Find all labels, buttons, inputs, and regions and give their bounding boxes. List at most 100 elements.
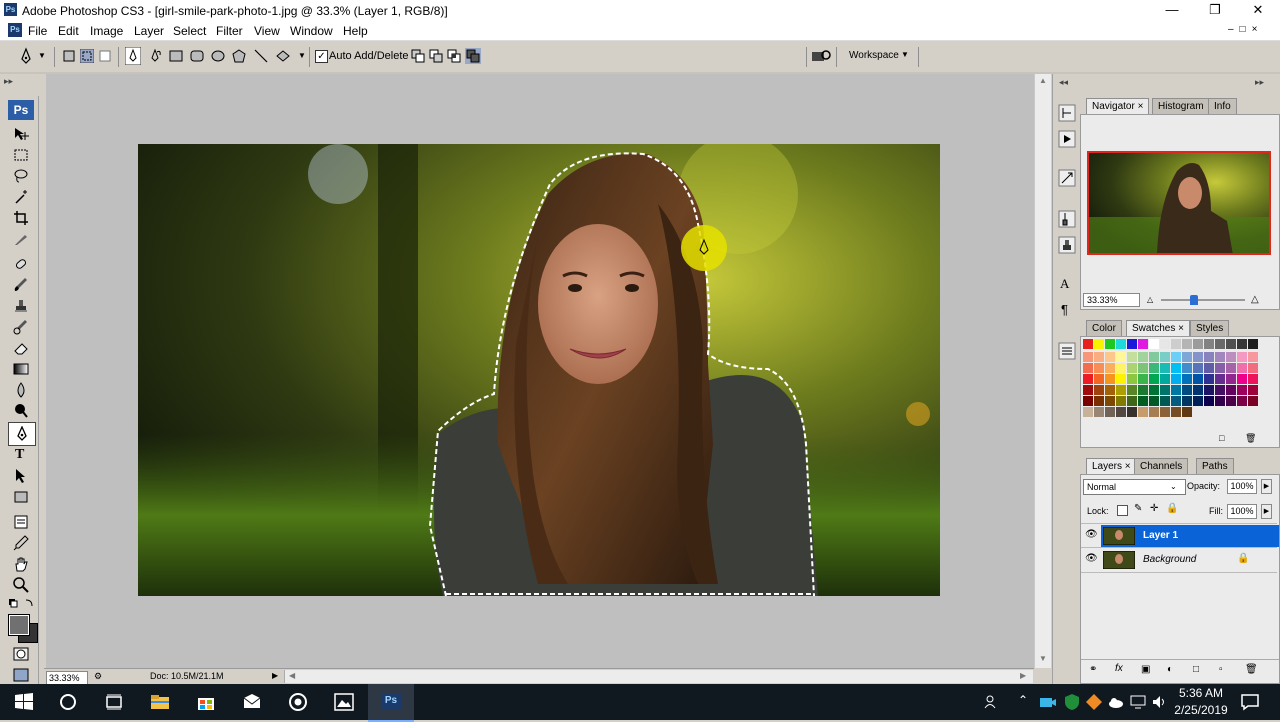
tab-navigator[interactable]: Navigator × [1086, 98, 1150, 115]
swatch[interactable] [1215, 385, 1225, 395]
scroll-right-arrow-icon[interactable]: ▶ [1020, 671, 1026, 680]
lock-pixels-icon[interactable]: ✎ [1134, 503, 1142, 514]
path-selection-icon[interactable] [13, 468, 29, 484]
swatch[interactable] [1248, 352, 1258, 362]
document-canvas[interactable] [138, 144, 940, 596]
actions-panel-icon[interactable] [1058, 130, 1076, 148]
notifications-icon[interactable] [1240, 692, 1260, 712]
mail-icon[interactable] [242, 692, 262, 712]
quick-mask-icon[interactable] [13, 646, 29, 662]
navigator-thumbnail[interactable] [1087, 151, 1271, 255]
layer-style-icon[interactable]: fx [1115, 663, 1123, 674]
swatch[interactable] [1094, 374, 1104, 384]
swatch[interactable] [1215, 352, 1225, 362]
marquee-tool-icon[interactable] [13, 147, 29, 163]
swatch[interactable] [1160, 385, 1170, 395]
swatch[interactable] [1182, 385, 1192, 395]
background-visibility-eye-icon[interactable]: 👁 [1085, 553, 1098, 564]
new-layer-icon[interactable]: ▫ [1219, 664, 1223, 675]
swatch[interactable] [1105, 339, 1115, 349]
swatch[interactable] [1171, 363, 1181, 373]
vertical-scrollbar[interactable]: ▲ ▼ [1034, 74, 1051, 668]
dock-collapse-icon[interactable]: ◂◂ [1059, 77, 1068, 88]
character-panel-icon[interactable]: A [1060, 276, 1069, 292]
swatch[interactable] [1248, 374, 1258, 384]
swatch[interactable] [1248, 396, 1258, 406]
swatch[interactable] [1171, 374, 1181, 384]
paragraph-panel-icon[interactable]: ¶ [1061, 302, 1068, 317]
line-shape-icon[interactable] [254, 49, 268, 63]
swatch[interactable] [1127, 396, 1137, 406]
swatch[interactable] [1237, 396, 1247, 406]
swatch[interactable] [1149, 339, 1159, 349]
link-layers-icon[interactable]: ⚭ [1089, 664, 1097, 675]
swatch[interactable] [1182, 374, 1192, 384]
menu-file[interactable]: File [28, 24, 47, 38]
document-window-controls[interactable]: –□× [1228, 24, 1278, 35]
panels-collapse-icon[interactable]: ▸▸ [1255, 77, 1264, 88]
network-icon[interactable] [1128, 692, 1148, 712]
document-icon[interactable]: Ps [8, 23, 22, 37]
swatch[interactable] [1215, 339, 1225, 349]
tool-presets-icon[interactable] [1058, 169, 1076, 187]
swatch[interactable] [1094, 339, 1104, 349]
swatch[interactable] [1149, 407, 1159, 417]
swatch[interactable] [1237, 363, 1247, 373]
swatch[interactable] [1204, 396, 1214, 406]
swatch[interactable] [1083, 374, 1093, 384]
swatch[interactable] [1116, 374, 1126, 384]
people-icon[interactable] [982, 692, 1002, 712]
swatch[interactable] [1149, 374, 1159, 384]
swatch[interactable] [1204, 352, 1214, 362]
opacity-field[interactable]: 100% [1227, 479, 1257, 494]
swatch[interactable] [1127, 374, 1137, 384]
swatch[interactable] [1094, 363, 1104, 373]
eraser-tool-icon[interactable] [13, 340, 29, 356]
workspace-menu[interactable]: Workspace [849, 50, 899, 61]
volume-icon[interactable] [1150, 692, 1170, 712]
clone-source-icon[interactable] [1058, 236, 1076, 254]
custom-shape-icon[interactable] [275, 49, 291, 63]
clone-stamp-icon[interactable] [13, 298, 29, 314]
swatch[interactable] [1204, 385, 1214, 395]
swatch[interactable] [1193, 396, 1203, 406]
swatch[interactable] [1105, 407, 1115, 417]
taskbar-date[interactable]: 2/25/2019 [1170, 703, 1232, 717]
eyedropper-tool-icon[interactable] [13, 535, 29, 551]
add-mask-icon[interactable]: ▣ [1141, 664, 1150, 675]
swatch[interactable] [1138, 363, 1148, 373]
swatch[interactable] [1149, 363, 1159, 373]
paths-mode-icon[interactable] [80, 49, 94, 63]
swatch[interactable] [1193, 385, 1203, 395]
swatch-grid[interactable] [1083, 339, 1263, 427]
swatch[interactable] [1226, 352, 1236, 362]
swatch[interactable] [1127, 363, 1137, 373]
swatch[interactable] [1116, 352, 1126, 362]
scroll-down-arrow-icon[interactable]: ▼ [1039, 654, 1047, 663]
swatch[interactable] [1094, 396, 1104, 406]
swatch[interactable] [1105, 352, 1115, 362]
swatch[interactable] [1226, 339, 1236, 349]
swatch[interactable] [1171, 407, 1181, 417]
swatch[interactable] [1105, 374, 1115, 384]
zoom-out-icon[interactable]: △ [1147, 295, 1153, 304]
opacity-slider-arrow-icon[interactable]: ▶ [1261, 479, 1272, 494]
move-tool-icon[interactable] [13, 126, 29, 142]
pen-tool-button[interactable] [8, 422, 36, 446]
task-view-icon[interactable] [104, 692, 124, 712]
menu-layer[interactable]: Layer [134, 24, 164, 38]
swatch[interactable] [1138, 374, 1148, 384]
swatch[interactable] [1237, 374, 1247, 384]
workspace-dropdown-icon[interactable]: ▼ [901, 50, 909, 59]
menu-image[interactable]: Image [90, 24, 123, 38]
swatch[interactable] [1083, 352, 1093, 362]
swatch[interactable] [1083, 385, 1093, 395]
swatch[interactable] [1204, 363, 1214, 373]
menu-window[interactable]: Window [290, 24, 333, 38]
tray-app-icon[interactable] [1084, 692, 1104, 712]
pen-tool-icon[interactable] [125, 47, 141, 65]
fill-slider-arrow-icon[interactable]: ▶ [1261, 504, 1272, 519]
swatch[interactable] [1160, 363, 1170, 373]
delete-swatch-icon[interactable]: 🗑 [1245, 433, 1256, 444]
history-brush-icon[interactable] [13, 319, 29, 335]
